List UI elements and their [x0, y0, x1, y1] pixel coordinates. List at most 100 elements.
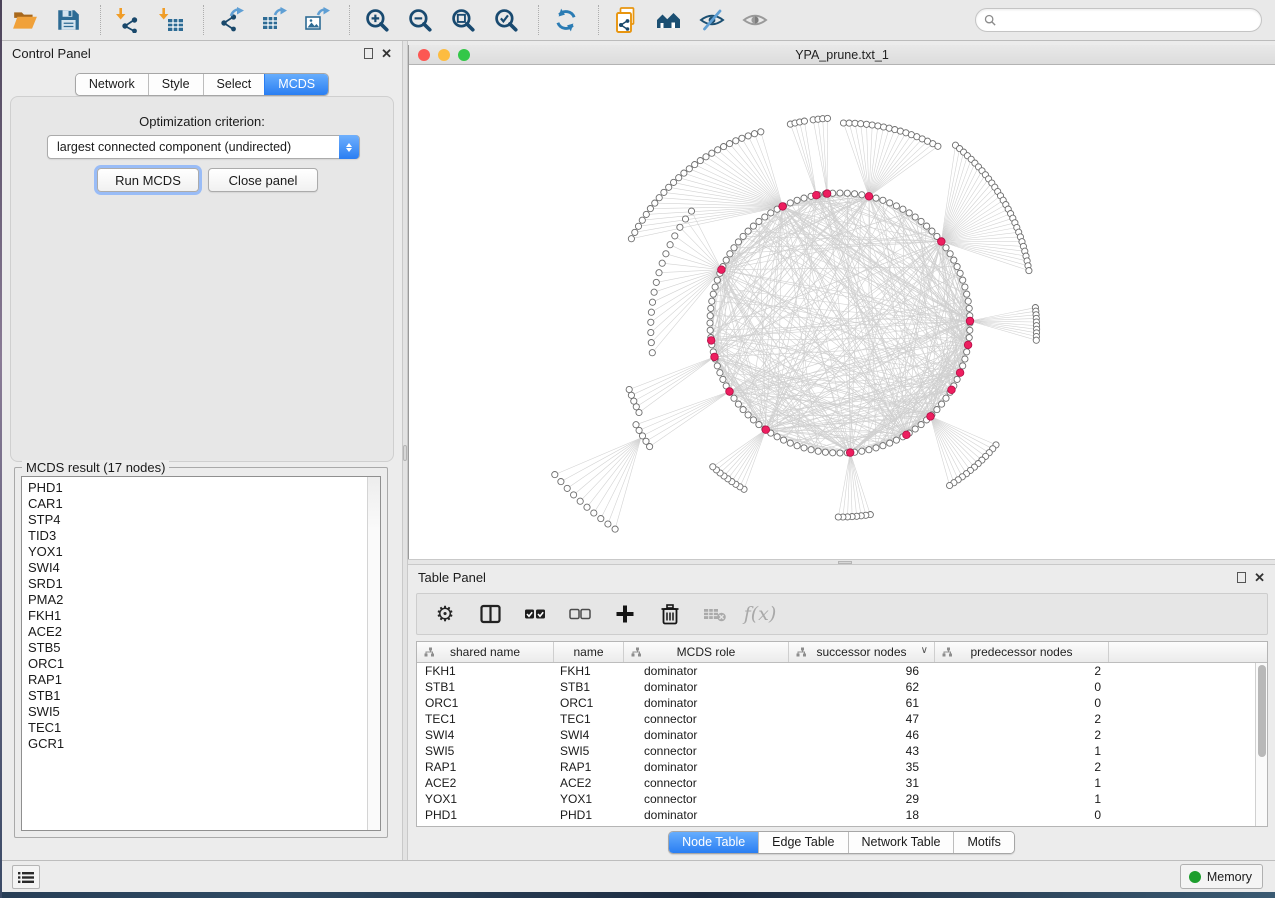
cell-name[interactable]: PHD1 [554, 808, 624, 822]
cell-shared-name[interactable]: TEC1 [417, 712, 554, 726]
import-table-icon[interactable] [156, 5, 186, 35]
unselect-all-columns-icon[interactable] [568, 601, 592, 627]
cell-successor-nodes[interactable]: 96 [789, 664, 935, 678]
cell-predecessor-nodes[interactable]: 0 [935, 696, 1109, 710]
search-input[interactable] [1001, 13, 1253, 27]
cell-successor-nodes[interactable]: 61 [789, 696, 935, 710]
network-window-titlebar[interactable]: YPA_prune.txt_1 [409, 45, 1275, 65]
table-row[interactable]: ACE2ACE2connector311 [417, 775, 1255, 791]
table-row[interactable]: RAP1RAP1dominator352 [417, 759, 1255, 775]
cell-predecessor-nodes[interactable]: 0 [935, 808, 1109, 822]
mcds-result-item[interactable]: TID3 [28, 528, 367, 544]
table-row[interactable]: FKH1FKH1dominator962 [417, 663, 1255, 679]
delete-table-icon[interactable] [703, 601, 727, 627]
run-mcds-button[interactable]: Run MCDS [97, 168, 199, 192]
task-history-button[interactable] [12, 865, 40, 889]
cell-predecessor-nodes[interactable]: 1 [935, 792, 1109, 806]
cell-MCDS-role[interactable]: dominator [624, 680, 789, 694]
cell-name[interactable]: RAP1 [554, 760, 624, 774]
cell-name[interactable]: TEC1 [554, 712, 624, 726]
mcds-result-item[interactable]: STP4 [28, 512, 367, 528]
cell-name[interactable]: ACE2 [554, 776, 624, 790]
tab-network-table[interactable]: Network Table [848, 832, 954, 853]
mcds-result-item[interactable]: SWI4 [28, 560, 367, 576]
table-row[interactable]: SWI4SWI4dominator462 [417, 727, 1255, 743]
maximize-window-light[interactable] [458, 49, 470, 61]
mcds-result-item[interactable]: PMA2 [28, 592, 367, 608]
cell-MCDS-role[interactable]: dominator [624, 696, 789, 710]
table-row[interactable]: YOX1YOX1connector291 [417, 791, 1255, 807]
cell-successor-nodes[interactable]: 29 [789, 792, 935, 806]
network-graph[interactable] [409, 65, 1274, 558]
close-panel-icon[interactable]: ✕ [381, 47, 392, 60]
column-header-name[interactable]: name [554, 642, 624, 662]
column-header-successor-nodes[interactable]: successor nodes∨ [789, 642, 935, 662]
tab-network[interactable]: Network [76, 74, 148, 95]
cell-successor-nodes[interactable]: 62 [789, 680, 935, 694]
cell-shared-name[interactable]: STB1 [417, 680, 554, 694]
close-panel-button[interactable]: Close panel [208, 168, 318, 192]
mcds-result-item[interactable]: PHD1 [28, 480, 367, 496]
column-header-MCDS-role[interactable]: MCDS role [624, 642, 789, 662]
table-row[interactable]: STB1STB1dominator620 [417, 679, 1255, 695]
cell-successor-nodes[interactable]: 47 [789, 712, 935, 726]
cell-shared-name[interactable]: RAP1 [417, 760, 554, 774]
cell-predecessor-nodes[interactable]: 1 [935, 744, 1109, 758]
cell-predecessor-nodes[interactable]: 2 [935, 760, 1109, 774]
cell-MCDS-role[interactable]: dominator [624, 664, 789, 678]
save-session-icon[interactable] [53, 5, 83, 35]
cell-shared-name[interactable]: YOX1 [417, 792, 554, 806]
show-columns-icon[interactable] [478, 601, 502, 627]
export-network-icon[interactable] [216, 5, 246, 35]
table-settings-gear-icon[interactable]: ⚙ [433, 601, 457, 627]
zoom-fit-icon[interactable] [448, 5, 478, 35]
tab-mcds[interactable]: MCDS [264, 74, 328, 95]
cell-MCDS-role[interactable]: connector [624, 744, 789, 758]
mcds-result-item[interactable]: ACE2 [28, 624, 367, 640]
float-panel-icon[interactable] [1237, 572, 1246, 583]
tab-select[interactable]: Select [203, 74, 265, 95]
first-neighbors-icon[interactable] [654, 5, 684, 35]
mcds-result-item[interactable]: STB5 [28, 640, 367, 656]
cell-shared-name[interactable]: PHD1 [417, 808, 554, 822]
mcds-result-item[interactable]: FKH1 [28, 608, 367, 624]
cell-MCDS-role[interactable]: connector [624, 776, 789, 790]
search-box[interactable] [975, 8, 1262, 32]
zoom-out-icon[interactable] [405, 5, 435, 35]
tab-motifs[interactable]: Motifs [953, 832, 1013, 853]
cell-successor-nodes[interactable]: 46 [789, 728, 935, 742]
table-row[interactable]: TEC1TEC1connector472 [417, 711, 1255, 727]
mcds-result-item[interactable]: TEC1 [28, 720, 367, 736]
cell-MCDS-role[interactable]: dominator [624, 760, 789, 774]
mcds-result-item[interactable]: STB1 [28, 688, 367, 704]
cell-predecessor-nodes[interactable]: 2 [935, 712, 1109, 726]
table-row[interactable]: PHD1PHD1dominator180 [417, 807, 1255, 823]
new-network-from-selection-icon[interactable] [611, 5, 641, 35]
table-row[interactable]: ORC1ORC1dominator610 [417, 695, 1255, 711]
delete-columns-trash-icon[interactable] [658, 601, 682, 627]
minimize-window-light[interactable] [438, 49, 450, 61]
export-table-icon[interactable] [259, 5, 289, 35]
cell-predecessor-nodes[interactable]: 2 [935, 728, 1109, 742]
create-column-icon[interactable] [613, 601, 637, 627]
float-panel-icon[interactable] [364, 48, 373, 59]
mcds-result-item[interactable]: SWI5 [28, 704, 367, 720]
cell-shared-name[interactable]: SWI4 [417, 728, 554, 742]
hide-selected-eye-icon[interactable] [697, 5, 727, 35]
cell-name[interactable]: FKH1 [554, 664, 624, 678]
close-panel-icon[interactable]: ✕ [1254, 571, 1265, 584]
result-list-scrollbar[interactable] [367, 477, 380, 830]
import-network-icon[interactable] [113, 5, 143, 35]
mcds-result-item[interactable]: RAP1 [28, 672, 367, 688]
zoom-selected-icon[interactable] [491, 5, 521, 35]
mcds-result-item[interactable]: SRD1 [28, 576, 367, 592]
cell-shared-name[interactable]: SWI5 [417, 744, 554, 758]
cell-successor-nodes[interactable]: 35 [789, 760, 935, 774]
cell-successor-nodes[interactable]: 18 [789, 808, 935, 822]
column-header-predecessor-nodes[interactable]: predecessor nodes [935, 642, 1109, 662]
mcds-result-item[interactable]: ORC1 [28, 656, 367, 672]
function-builder-icon[interactable]: f(x) [748, 601, 772, 627]
tab-style[interactable]: Style [148, 74, 203, 95]
cell-name[interactable]: YOX1 [554, 792, 624, 806]
optimization-criterion-select[interactable]: largest connected component (undirected) [47, 135, 360, 159]
